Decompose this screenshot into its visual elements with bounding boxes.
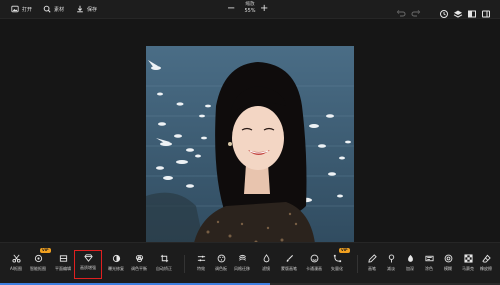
zoom-value: 55%: [244, 8, 256, 14]
tool-mask-brush[interactable]: 蒙版画笔: [275, 252, 303, 278]
flat-edit-icon: [59, 254, 68, 263]
exposure-icon: [112, 254, 121, 263]
scissors-icon: [11, 254, 21, 263]
eraser-icon: [481, 254, 491, 263]
cartoon-icon: [310, 254, 319, 263]
sliders-icon: [197, 254, 206, 263]
tool-eraser[interactable]: 橡皮擦: [472, 252, 500, 278]
tool-smart-cutout[interactable]: 智能抠图: [24, 252, 52, 278]
smart-cutout-icon: [34, 254, 43, 263]
tool-auto-correct[interactable]: 自动矫正: [150, 252, 178, 278]
color-balance-icon: [135, 254, 144, 263]
style-icon: [238, 254, 247, 263]
tool-quality-enhance[interactable]: 画质增强: [74, 250, 102, 279]
pencil-icon: [367, 254, 377, 263]
download-icon: [76, 5, 84, 15]
dodge-icon: [387, 254, 396, 263]
image-canvas[interactable]: [0, 19, 500, 254]
crop-icon: [160, 254, 169, 263]
save-label: 保存: [87, 7, 98, 13]
burn-icon: [406, 254, 415, 263]
diamond-icon: [83, 253, 93, 262]
edited-photo: [146, 46, 354, 254]
history-icon[interactable]: [439, 4, 449, 18]
tool-vectorize[interactable]: 矢量化: [323, 252, 351, 278]
vip-badge: VIP: [339, 248, 350, 253]
save-button[interactable]: 保存: [76, 4, 97, 15]
panel-icon[interactable]: [481, 4, 491, 18]
redo-icon[interactable]: [411, 4, 421, 17]
blur-icon: [444, 254, 453, 263]
tools-toolbar: AI抠图 智能抠图 VIP 平面编辑 画质增强 曝光修复 调色平衡 自动矫正 特…: [0, 242, 500, 285]
brush-icon: [285, 254, 294, 263]
search-icon: [43, 5, 51, 15]
top-toolbar: 打开 素材 保存 − 缩放 55% +: [0, 0, 500, 19]
undo-icon[interactable]: [396, 4, 406, 17]
layers-icon[interactable]: [453, 4, 463, 18]
fill-icon: [424, 254, 434, 263]
tool-flat-edit[interactable]: 平面编辑: [49, 252, 77, 278]
drop-icon: [262, 254, 271, 263]
image-icon: [11, 5, 19, 15]
vector-icon: [333, 254, 342, 263]
divider: [184, 255, 185, 273]
palette-icon: [217, 254, 226, 263]
zoom-out-button[interactable]: −: [227, 4, 235, 14]
zoom-in-button[interactable]: +: [260, 4, 268, 14]
open-button[interactable]: 打开: [11, 4, 32, 15]
open-label: 打开: [22, 7, 33, 13]
material-label: 素材: [54, 7, 65, 13]
material-button[interactable]: 素材: [43, 4, 64, 15]
compare-icon[interactable]: [467, 4, 477, 18]
tool-color-balance[interactable]: 调色平衡: [125, 252, 153, 278]
